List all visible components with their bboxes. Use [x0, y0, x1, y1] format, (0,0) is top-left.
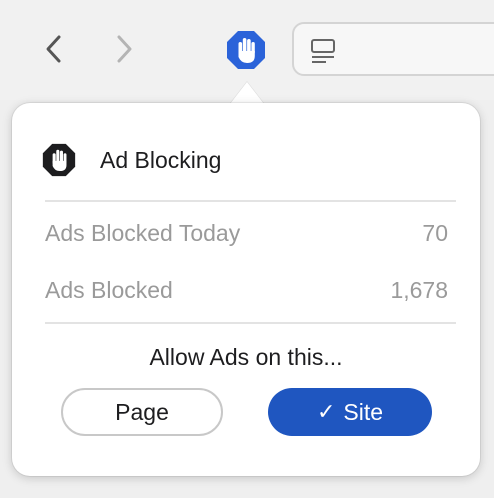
back-button[interactable]	[40, 31, 68, 67]
chevron-left-icon	[46, 35, 61, 63]
chevron-right-icon	[117, 35, 132, 63]
allow-ads-label: Allow Ads on this...	[149, 344, 343, 370]
popover-header: Ad Blocking	[42, 142, 221, 178]
stat-label: Ads Blocked Today	[45, 220, 241, 246]
divider	[45, 322, 456, 324]
divider	[45, 200, 456, 202]
allow-site-label: Site	[343, 398, 384, 425]
stat-row-ads-blocked: Ads Blocked 1,678	[45, 277, 448, 304]
checkmark-icon: ✓	[316, 399, 336, 424]
hand-stop-icon	[227, 31, 265, 69]
address-bar[interactable]	[292, 22, 494, 76]
ad-blocker-extension-button[interactable]	[224, 28, 268, 72]
stat-value: 1,678	[390, 277, 448, 303]
allow-site-button[interactable]: ✓ Site	[268, 388, 432, 436]
forward-button[interactable]	[110, 31, 138, 67]
popover-arrow	[230, 82, 264, 104]
ad-blocking-popover: Ad Blocking Ads Blocked Today 70 Ads Blo…	[12, 103, 480, 476]
hand-stop-octagon-icon	[42, 143, 76, 177]
browser-toolbar	[0, 0, 494, 104]
allow-page-button[interactable]: Page	[61, 388, 223, 436]
stat-label: Ads Blocked	[45, 277, 173, 303]
stat-row-ads-blocked-today: Ads Blocked Today 70	[45, 220, 448, 247]
allow-page-label: Page	[115, 398, 169, 425]
popover-title: Ad Blocking	[100, 146, 222, 173]
reader-view-icon[interactable]	[310, 38, 336, 64]
stat-value: 70	[422, 220, 448, 246]
